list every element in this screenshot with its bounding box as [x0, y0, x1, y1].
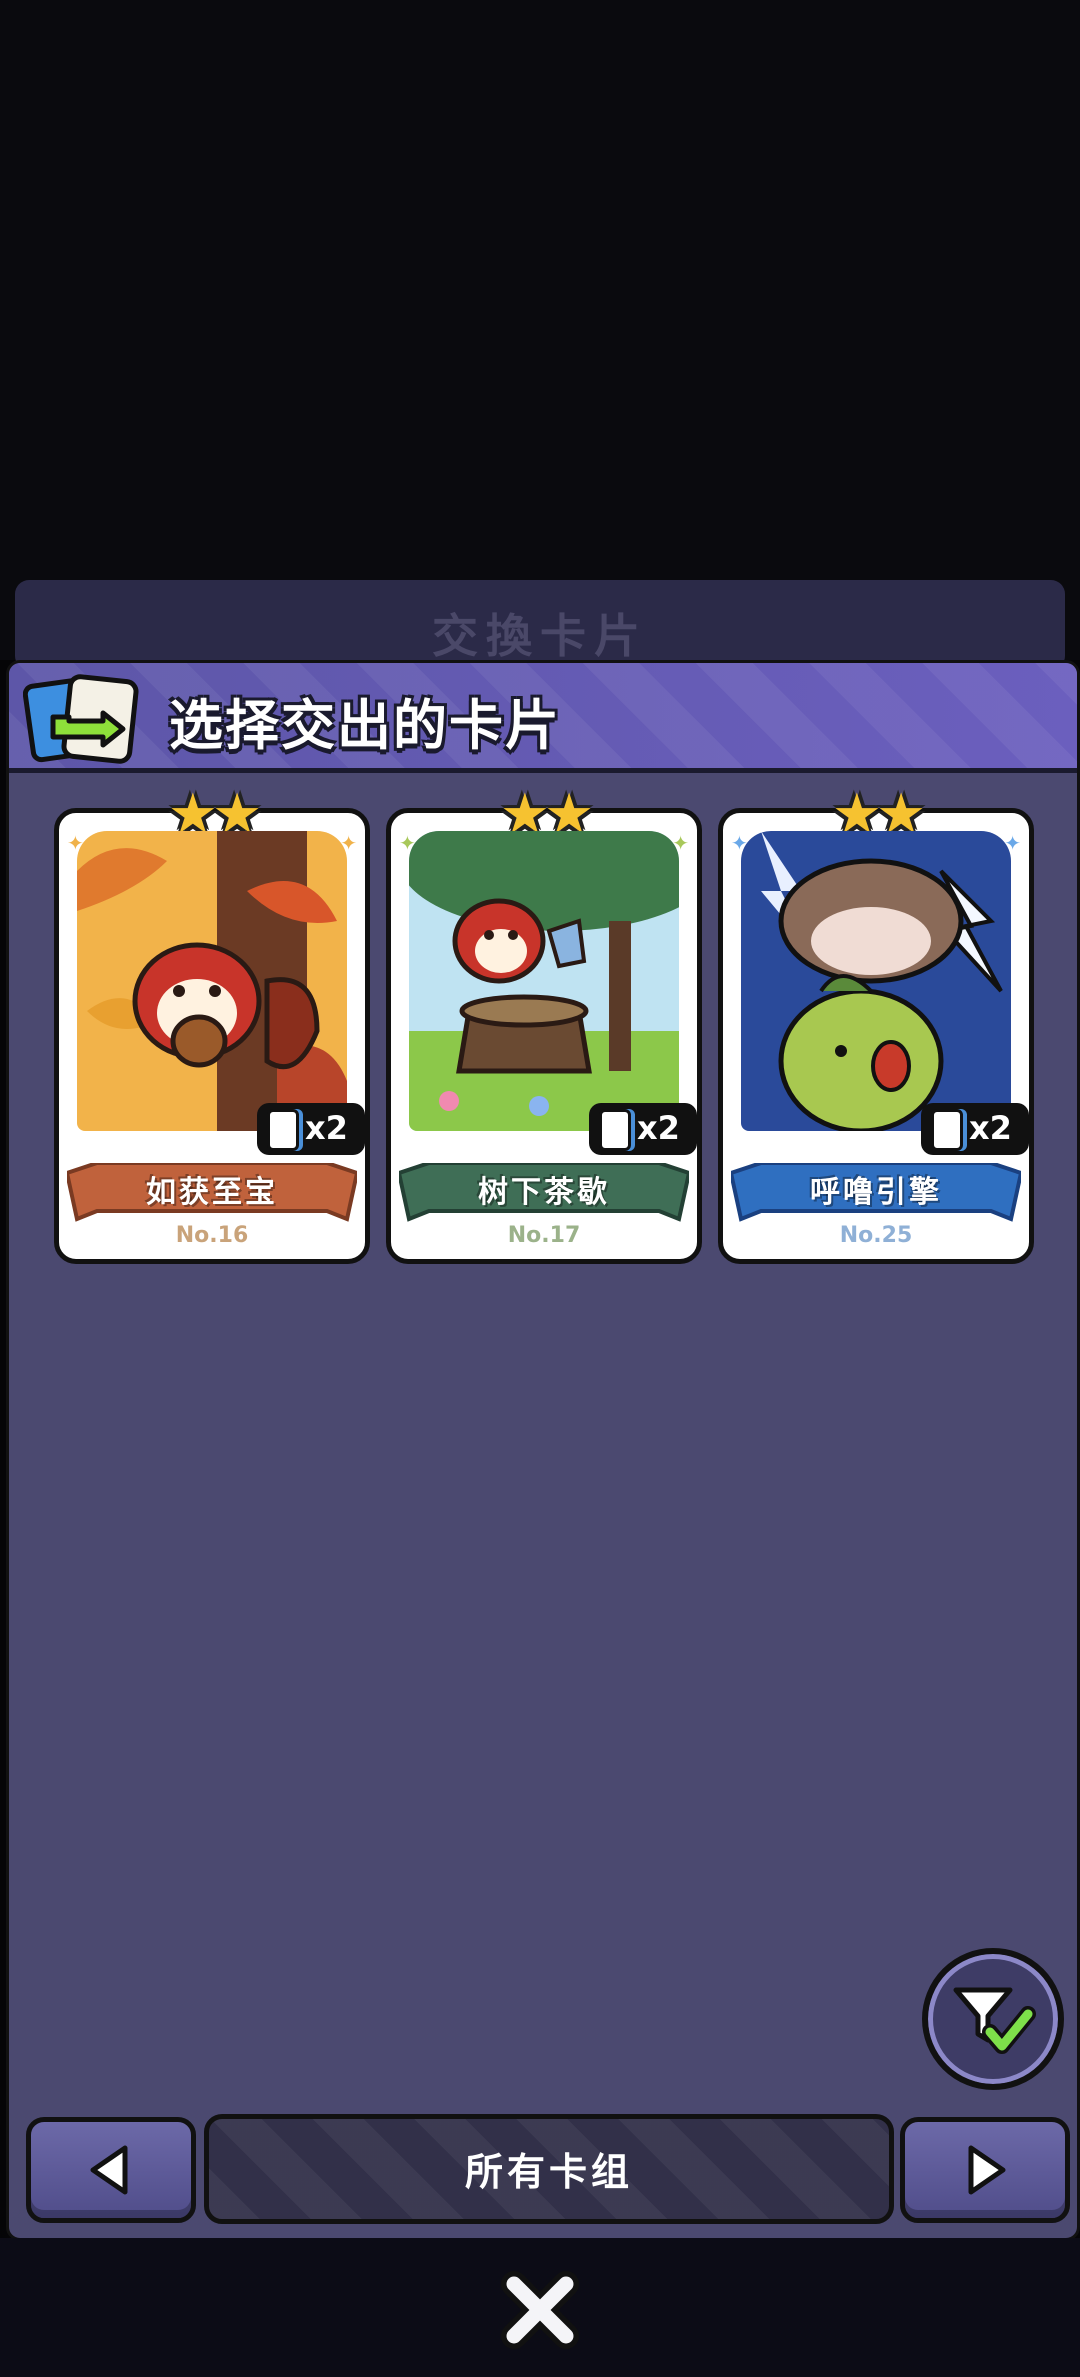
card-number: No.17	[507, 1223, 581, 1248]
card-item[interactable]: ★★ ✦ ✦ x2 树下茶歇 No.17	[386, 785, 702, 1264]
card-illustration	[77, 831, 347, 1131]
card-exchange-icon	[23, 674, 139, 764]
dimmed-background	[0, 0, 1080, 660]
panel-title: 选择交出的卡片	[169, 694, 561, 757]
card-illustration	[409, 831, 679, 1131]
filter-button[interactable]	[922, 1948, 1064, 2090]
card-stack-icon	[599, 1109, 631, 1151]
card-count: x2	[637, 1109, 680, 1147]
card-count-badge: x2	[589, 1103, 697, 1155]
next-deck-button[interactable]	[900, 2117, 1070, 2223]
deck-label: 所有卡组	[464, 2150, 633, 2194]
triangle-right-icon	[968, 2145, 1006, 2195]
card-number: No.25	[839, 1223, 913, 1248]
card-stack-icon	[931, 1109, 963, 1151]
filter-check-icon	[953, 1987, 1036, 2054]
prev-deck-button[interactable]	[26, 2117, 196, 2223]
card-count-badge: x2	[921, 1103, 1029, 1155]
card-count: x2	[305, 1109, 348, 1147]
triangle-left-icon	[90, 2145, 128, 2195]
panel-header: 选择交出的卡片	[9, 663, 1077, 773]
card-illustration	[741, 831, 1011, 1131]
deck-selector[interactable]: 所有卡组	[204, 2114, 894, 2224]
card-count: x2	[969, 1109, 1012, 1147]
card-item[interactable]: ★★ ✦ ✦ x2 呼噜引擎 No.25	[718, 785, 1034, 1264]
card-item[interactable]: ★★ ✦ ✦ x2 如获至宝 No.16	[54, 785, 370, 1264]
card-name: 树下茶歇	[478, 1175, 610, 1210]
card-number: No.16	[175, 1223, 249, 1248]
close-icon[interactable]	[500, 2270, 580, 2350]
card-name: 如获至宝	[146, 1175, 278, 1210]
card-stack-icon	[267, 1109, 299, 1151]
card-name: 呼噜引擎	[810, 1175, 942, 1210]
card-count-badge: x2	[257, 1103, 365, 1155]
background-title: 交換卡片	[432, 609, 648, 663]
